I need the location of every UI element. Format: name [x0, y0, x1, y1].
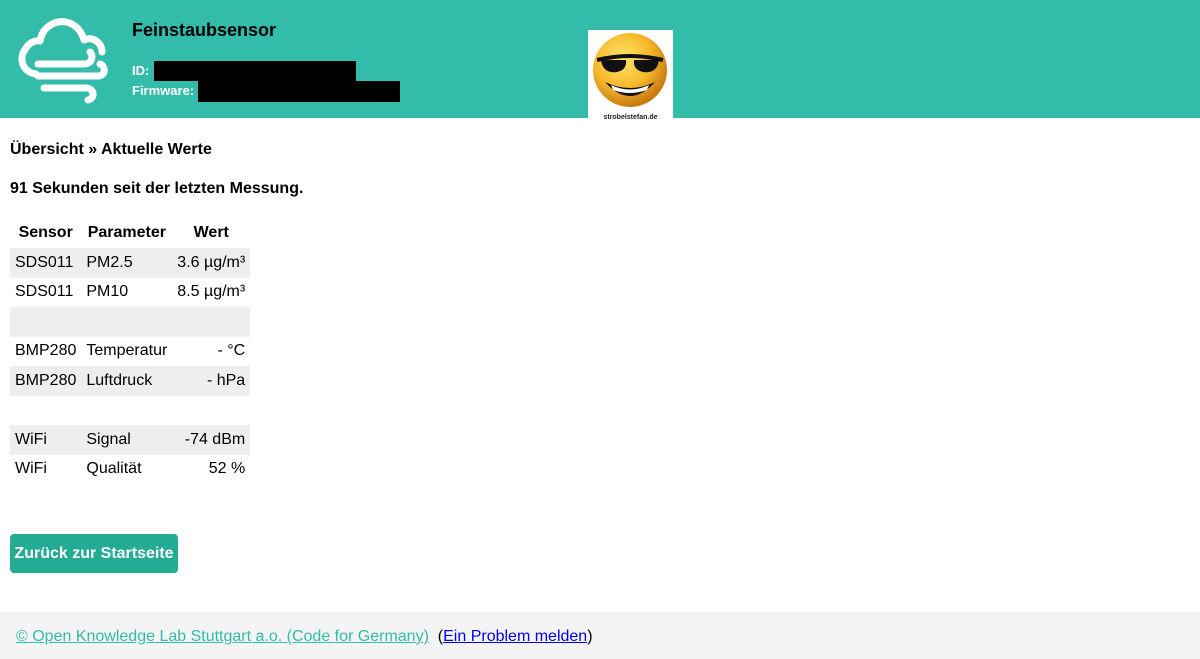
cell-sensor: WiFi — [10, 425, 82, 455]
header: Feinstaubsensor ID: Firmware: strobelste… — [0, 0, 1200, 125]
table-row: WiFi Qualität 52 % — [10, 455, 250, 485]
table-row: SDS011 PM10 8.5 µg/m³ — [10, 278, 250, 308]
table-row-spacer — [10, 307, 251, 337]
cell-sensor: BMP280 — [10, 366, 82, 396]
table-row-spacer — [10, 396, 250, 426]
sponsor-logo[interactable]: strobelstefan.de — [588, 30, 673, 125]
sponsor-label: strobelstefan.de — [603, 114, 658, 121]
sunglasses-smiley-icon — [593, 33, 667, 107]
cell-parameter: PM10 — [86, 283, 129, 301]
cell-value: - hPa — [172, 366, 251, 396]
cell-parameter: Temperatur — [86, 342, 168, 360]
cell-value: 8.5 µg/m³ — [177, 283, 246, 301]
cell-sensor: SDS011 — [10, 248, 82, 278]
firmware-label: Firmware: — [132, 83, 195, 98]
id-redaction — [154, 61, 356, 81]
table-header-row: Sensor Parameter Wert — [10, 218, 250, 248]
cell-sensor: BMP280 — [15, 342, 77, 360]
report-issue-link[interactable]: Ein Problem melden — [443, 628, 587, 645]
cell-sensor: WiFi — [15, 460, 47, 478]
cell-value: 52 % — [208, 460, 246, 478]
cell-sensor: SDS011 — [15, 283, 74, 301]
cell-value: - °C — [217, 342, 246, 360]
lab-link[interactable]: © Open Knowledge Lab Stuttgart a.o. (Cod… — [16, 628, 429, 645]
column-header-value: Wert — [193, 224, 229, 241]
footer: © Open Knowledge Lab Stuttgart a.o. (Cod… — [0, 612, 1200, 659]
column-header-sensor: Sensor — [18, 224, 73, 241]
cell-value: 3.6 µg/m³ — [172, 248, 251, 278]
id-label: ID: — [132, 63, 150, 78]
table-row: WiFi Signal -74 dBm — [10, 425, 251, 455]
back-to-home-button[interactable]: Zurück zur Startseite — [10, 534, 178, 573]
firmware-redaction — [198, 81, 400, 102]
table-row: BMP280 Luftdruck - hPa — [10, 366, 251, 396]
column-header-parameter: Parameter — [87, 224, 166, 241]
breadcrumb: Übersicht » Aktuelle Werte — [10, 141, 212, 158]
page-title: Feinstaubsensor — [132, 20, 277, 40]
cell-parameter: Qualität — [86, 460, 142, 478]
cell-value: -74 dBm — [172, 425, 251, 455]
cell-parameter: Luftdruck — [81, 366, 173, 396]
cell-parameter: Signal — [81, 425, 173, 455]
values-table: Sensor Parameter Wert SDS011 PM2.5 3.6 µ… — [10, 218, 251, 485]
table-row: BMP280 Temperatur - °C — [10, 337, 250, 367]
cell-parameter: PM2.5 — [81, 248, 173, 278]
table-row: SDS011 PM2.5 3.6 µg/m³ — [10, 248, 251, 278]
cloud-wind-icon — [18, 18, 108, 104]
footer-paren-close: ) — [587, 628, 593, 645]
last-measurement-text: 91 Sekunden seit der letzten Messung. — [10, 180, 304, 197]
